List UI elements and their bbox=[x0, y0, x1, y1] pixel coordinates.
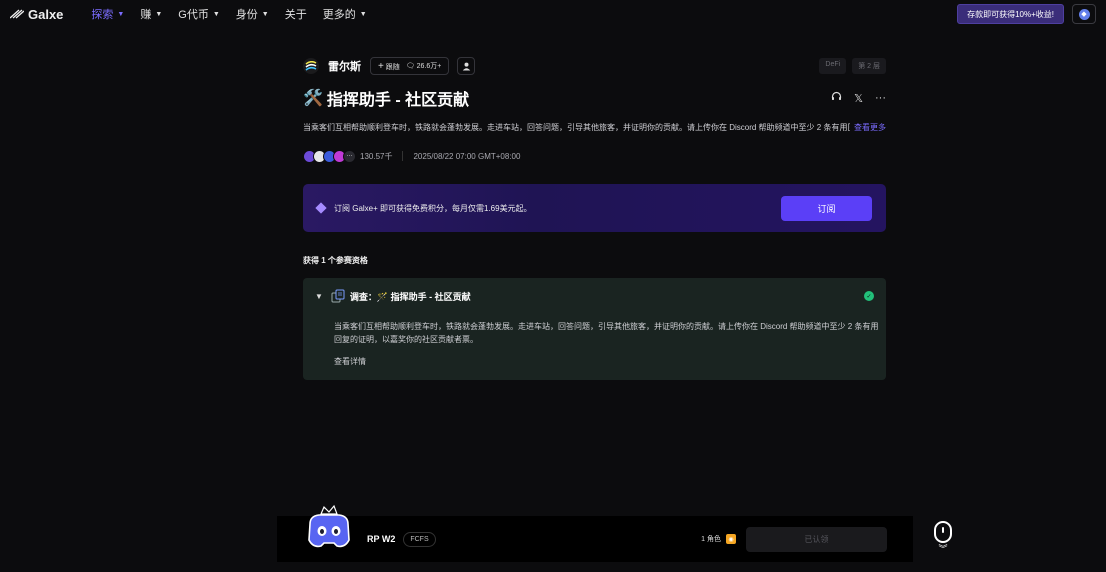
follow-button[interactable]: + 跟随 🗨 26.6万+ bbox=[370, 57, 450, 75]
quest-title-text: 指挥助手 - 社区贡献 bbox=[326, 92, 470, 109]
caret-down-icon: ▼ bbox=[261, 10, 269, 18]
more-options-icon[interactable]: ··· bbox=[875, 92, 886, 104]
space-header: 雷尔斯 + 跟随 🗨 26.6万+ DeFi 第 2 层 bbox=[303, 56, 886, 76]
nav-item-label: 探索 bbox=[91, 9, 114, 21]
space-logo-icon bbox=[305, 61, 317, 71]
reward-name: RP W2 bbox=[367, 534, 396, 544]
discord-mascot-icon bbox=[308, 504, 350, 548]
nav-item-earn[interactable]: 赚 ▼ bbox=[140, 6, 162, 22]
participants-count: 130.57千 bbox=[360, 151, 393, 161]
nav-item-g-token[interactable]: G代币 ▼ bbox=[178, 6, 220, 22]
credential-title: 调查：🪄 指挥助手 - 社区贡献 bbox=[349, 291, 471, 302]
quest-actions: 𝕏 ··· bbox=[831, 91, 886, 105]
quest-title-row: 🛠️ 指挥助手 - 社区贡献 𝕏 ··· bbox=[303, 87, 886, 109]
nav-item-more[interactable]: 更多的 ▼ bbox=[323, 6, 367, 22]
caret-down-icon[interactable]: ▼ bbox=[315, 292, 323, 301]
headset-svg bbox=[832, 91, 842, 100]
nav-item-label: 关于 bbox=[284, 9, 307, 21]
role-count-text: 1 角色 bbox=[701, 536, 721, 543]
nav-item-about[interactable]: 关于 bbox=[285, 6, 307, 22]
survey-icon bbox=[331, 289, 345, 303]
chevron-down-icon: ︾ bbox=[938, 544, 948, 554]
galxe-logo[interactable]: Galxe bbox=[10, 7, 63, 22]
tools-icon: 🛠️ bbox=[303, 90, 323, 107]
nav-item-label: 赚 bbox=[140, 9, 152, 21]
ethereum-icon: ◆ bbox=[1078, 8, 1090, 20]
role-count: 1 角色 ◉ bbox=[701, 534, 736, 544]
follow-label-group: + 跟随 bbox=[378, 61, 400, 72]
mouse-icon bbox=[934, 521, 952, 543]
qualification-title: 获得 1 个参赛资格 bbox=[303, 256, 368, 265]
deposit-promo-button[interactable]: 存款即可获得10%+收益! bbox=[957, 4, 1064, 24]
space-tags: DeFi 第 2 层 bbox=[819, 58, 886, 74]
quest-meta: ··· 130.57千 2025/08/22 07:00 GMT+08:00 bbox=[303, 149, 886, 163]
nav-item-identity[interactable]: 身份 ▼ bbox=[236, 6, 269, 22]
see-more-link[interactable]: 查看更多 bbox=[854, 122, 886, 133]
user-profile-button[interactable] bbox=[457, 57, 476, 75]
check-circle-icon: ✓ bbox=[864, 291, 874, 301]
quest-time: 2025/08/22 07:00 GMT+08:00 bbox=[413, 151, 521, 161]
quest-title: 🛠️ 指挥助手 - 社区贡献 bbox=[303, 86, 469, 110]
plus-icon: + bbox=[378, 60, 384, 72]
tag-defi[interactable]: DeFi bbox=[819, 58, 847, 74]
discord-role-icon: ◉ bbox=[726, 534, 736, 544]
credential-card: ▼ 调查：🪄 指挥助手 - 社区贡献 ✓ 当乘客们互相帮助顺利登车时，铁路就会蓬… bbox=[303, 278, 886, 380]
caret-down-icon: ▼ bbox=[155, 10, 163, 18]
logo-text: Galxe bbox=[28, 6, 64, 22]
space-avatar[interactable] bbox=[303, 58, 319, 74]
x-share-icon[interactable]: 𝕏 bbox=[854, 92, 863, 105]
claimed-button[interactable]: 已认领 bbox=[746, 526, 887, 552]
scroll-down-hint[interactable]: ︾ bbox=[933, 521, 953, 561]
subscription-text: 订阅 Galxe+ 即可获得免费积分，每月仅需1.69美元起。 bbox=[334, 203, 532, 213]
view-details-link[interactable]: 查看详情 bbox=[315, 356, 874, 367]
fcfs-badge: FCFS bbox=[403, 531, 436, 547]
credential-header[interactable]: ▼ 调查：🪄 指挥助手 - 社区贡献 ✓ bbox=[315, 289, 874, 303]
nav-item-label: 身份 bbox=[235, 9, 258, 21]
divider bbox=[402, 151, 404, 161]
participant-avatars[interactable]: ··· bbox=[303, 149, 356, 163]
quest-description: 当乘客们互相帮助顺利登车时，铁路就会蓬勃发展。走进车站，回答问题，引导其他旅客，… bbox=[303, 122, 886, 133]
galxe-logo-icon bbox=[10, 9, 24, 19]
subscribe-button[interactable]: 订阅 bbox=[781, 195, 872, 221]
space-name[interactable]: 雷尔斯 bbox=[328, 58, 361, 74]
credential-description: 当乘客们互相帮助顺利登车时，铁路就会蓬勃发展。走进车站，回答问题，引导其他旅客，… bbox=[334, 322, 879, 344]
caret-down-icon: ▼ bbox=[212, 10, 220, 18]
caret-down-icon: ▼ bbox=[117, 10, 125, 18]
quest-description-text: 当乘客们互相帮助顺利登车时，铁路就会蓬勃发展。走进车站，回答问题，引导其他旅客，… bbox=[303, 123, 850, 132]
caret-down-icon: ▼ bbox=[359, 10, 367, 18]
quest-content: 雷尔斯 + 跟随 🗨 26.6万+ DeFi 第 2 层 🛠️ 指挥助手 - 社 bbox=[303, 56, 886, 380]
nav-item-explore[interactable]: 探索 ▼ bbox=[91, 6, 124, 22]
nav-item-label: G代币 bbox=[178, 9, 209, 21]
nav-item-label: 更多的 bbox=[322, 9, 356, 21]
follow-label: 跟随 bbox=[385, 63, 400, 71]
more-participants-icon: ··· bbox=[343, 149, 356, 163]
followers-count: 26.6万+ bbox=[416, 63, 442, 70]
tag-layer2[interactable]: 第 2 层 bbox=[852, 58, 886, 74]
top-nav: Galxe 探索 ▼ 赚 ▼ G代币 ▼ 身份 ▼ 关于 更多的 ▼ 存款即可获… bbox=[0, 0, 1106, 28]
user-icon bbox=[462, 62, 471, 70]
diamond-icon bbox=[315, 202, 327, 214]
subscription-banner: 订阅 Galxe+ 即可获得免费积分，每月仅需1.69美元起。 订阅 bbox=[303, 184, 886, 232]
reward-bar: RP W2 FCFS 1 角色 ◉ 已认领 bbox=[277, 504, 913, 562]
followers-count-group: 🗨 26.6万+ bbox=[406, 61, 442, 71]
wallet-button[interactable]: ◆ bbox=[1072, 4, 1096, 24]
support-headset-icon[interactable] bbox=[831, 91, 842, 105]
chat-icon: 🗨 bbox=[405, 63, 415, 70]
